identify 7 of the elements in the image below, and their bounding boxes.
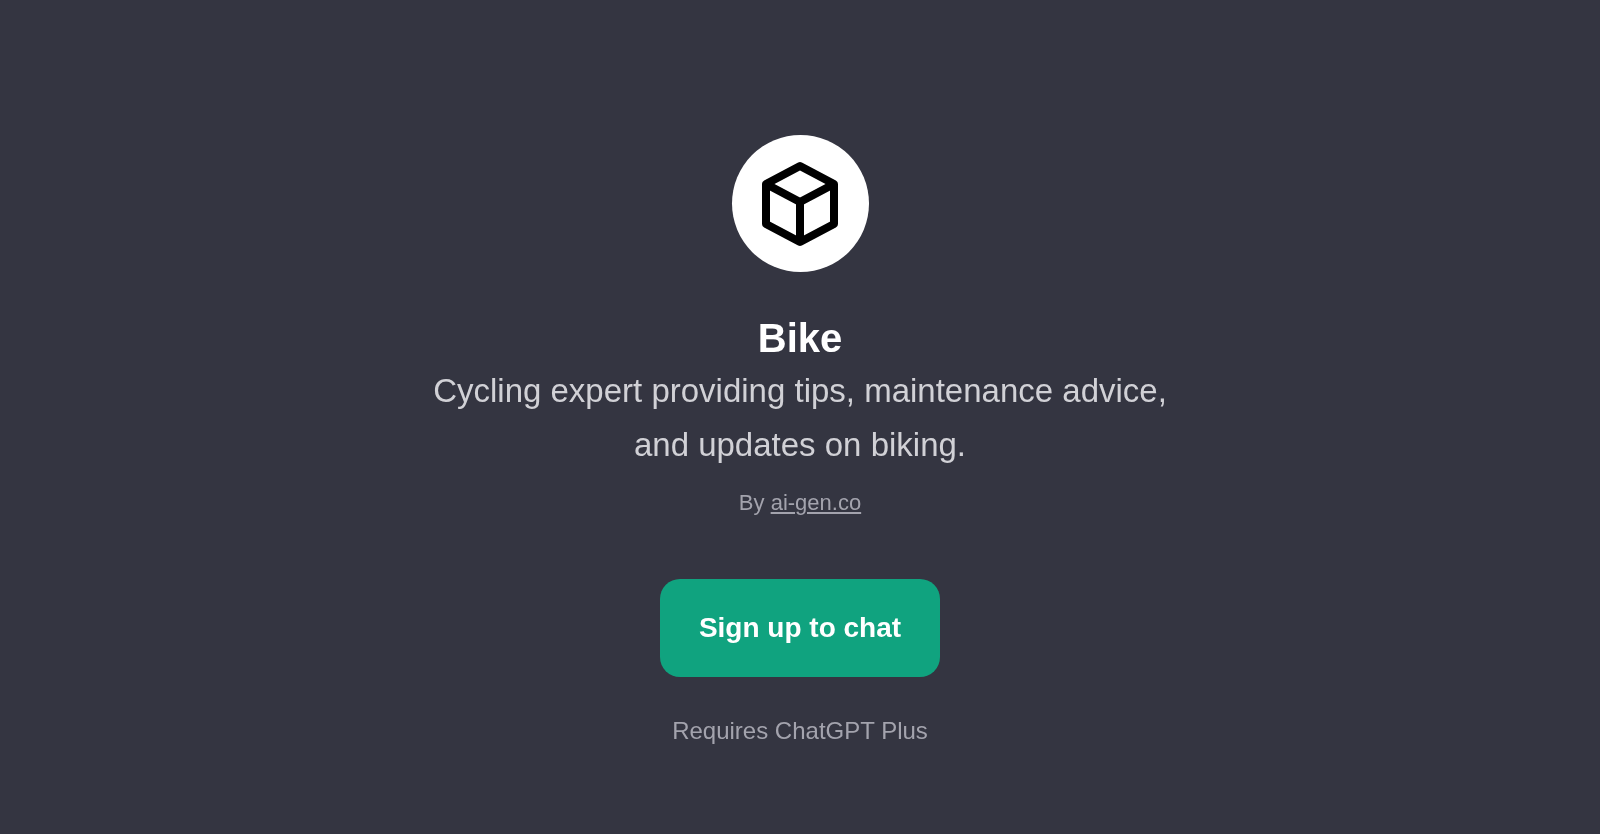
author-link[interactable]: ai-gen.co	[770, 490, 862, 515]
gpt-description: Cycling expert providing tips, maintenance advice, and updates on biking.	[432, 371, 1168, 465]
sign-up-button[interactable]: Sign up to chat	[660, 579, 940, 677]
requirement-note: Requires ChatGPT Plus	[672, 716, 928, 746]
author-label: By	[738, 490, 765, 515]
gpt-title: Bike	[757, 315, 843, 362]
cube-icon	[760, 159, 840, 248]
